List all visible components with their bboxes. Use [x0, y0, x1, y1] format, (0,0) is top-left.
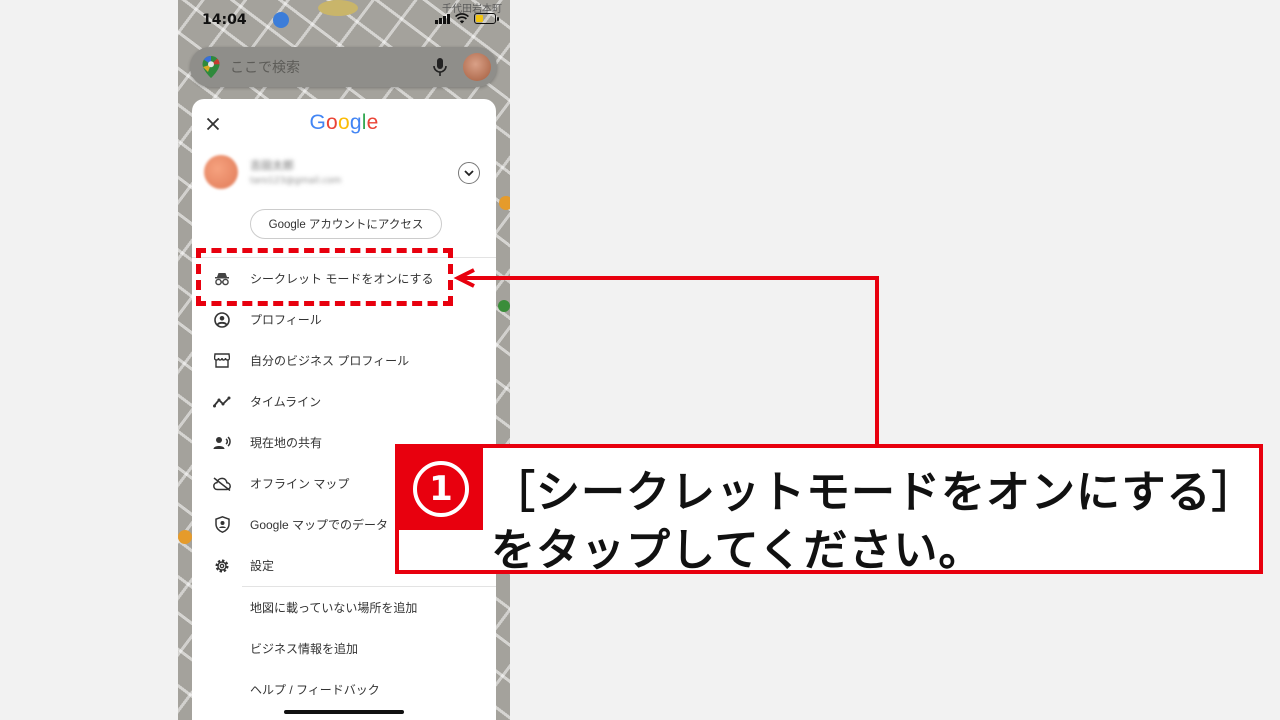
- step-number: 1: [413, 461, 469, 517]
- instruction-line-1: ［シークレットモードをオンにする］: [491, 467, 1257, 518]
- instruction-line-2: をタップしてください。: [491, 525, 984, 576]
- pointer-arrow: [453, 268, 879, 448]
- step-number-badge: 1: [399, 448, 483, 530]
- instruction-callout: 1 ［シークレットモードをオンにする］ をタップしてください。: [395, 444, 1263, 576]
